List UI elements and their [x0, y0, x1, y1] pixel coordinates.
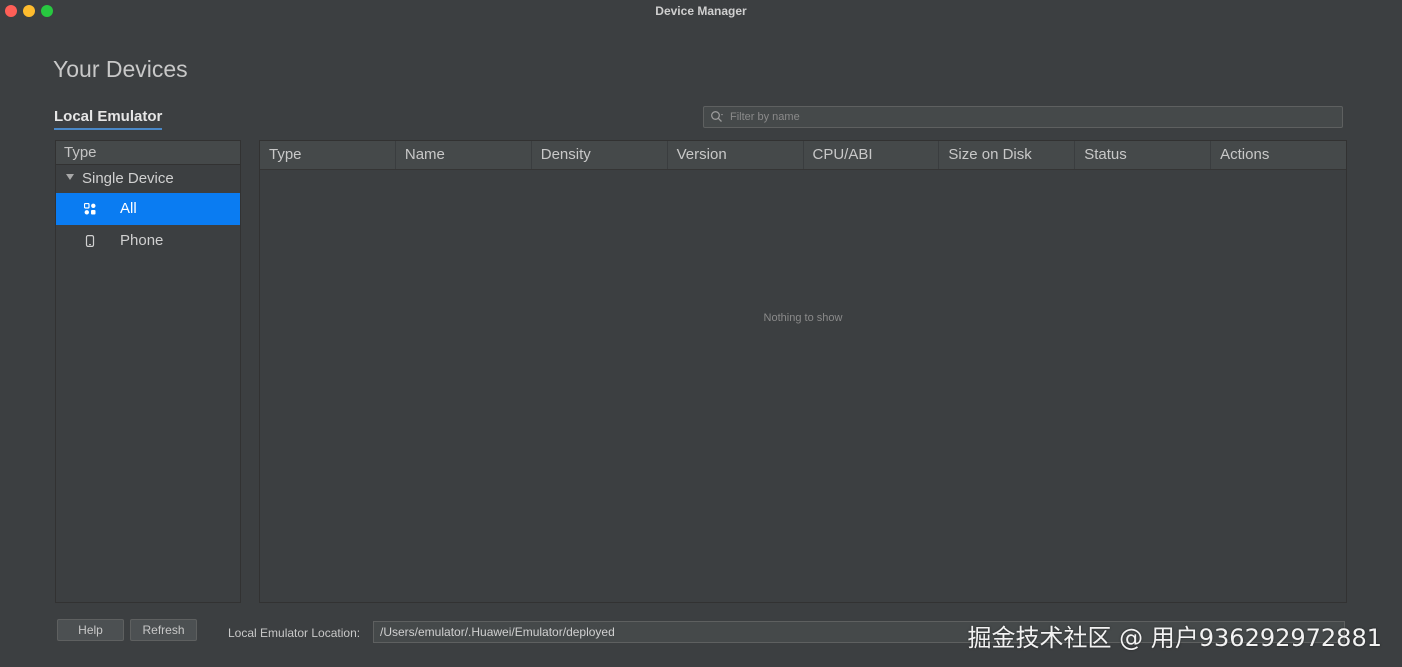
column-header-name[interactable]: Name	[396, 141, 532, 169]
column-header-density[interactable]: Density	[532, 141, 668, 169]
column-header-cpu-abi[interactable]: CPU/ABI	[804, 141, 940, 169]
empty-table-message: Nothing to show	[763, 312, 843, 324]
filter-field[interactable]	[703, 106, 1343, 128]
tree-item-label: Phone	[120, 232, 164, 249]
tree-item-phone[interactable]: Phone	[56, 225, 240, 257]
column-header-type[interactable]: Type	[260, 141, 396, 169]
tree-group-label: Single Device	[82, 170, 174, 187]
column-header-version[interactable]: Version	[668, 141, 804, 169]
watermark: 掘金技术社区 @ 用户936292972881	[967, 624, 1383, 652]
tree-item-all[interactable]: All	[56, 193, 240, 225]
grid-icon	[84, 203, 96, 215]
type-header: Type	[56, 141, 240, 165]
title-bar: Device Manager	[0, 0, 1402, 22]
tab-local-emulator[interactable]: Local Emulator	[54, 108, 163, 130]
tree-item-label: All	[120, 200, 137, 217]
refresh-button[interactable]: Refresh	[130, 619, 197, 641]
window-title: Device Manager	[655, 4, 747, 18]
column-header-size-on-disk[interactable]: Size on Disk	[939, 141, 1076, 169]
column-header-actions[interactable]: Actions	[1211, 141, 1346, 169]
column-header-status[interactable]: Status	[1075, 141, 1212, 169]
emulator-location-label: Local Emulator Location:	[228, 626, 361, 640]
search-icon	[711, 111, 723, 122]
devices-table: Type Name Density Version CPU/ABI Size o…	[259, 140, 1347, 603]
table-header: Type Name Density Version CPU/ABI Size o…	[260, 141, 1346, 170]
help-button[interactable]: Help	[57, 619, 124, 641]
page-title: Your Devices	[53, 56, 188, 82]
filter-input[interactable]	[730, 107, 1330, 127]
chevron-down-icon[interactable]	[66, 174, 74, 181]
tree-group-single-device[interactable]: Single Device	[56, 165, 240, 193]
phone-icon	[85, 235, 95, 248]
device-type-panel: Type Single Device All Phone	[55, 140, 241, 603]
